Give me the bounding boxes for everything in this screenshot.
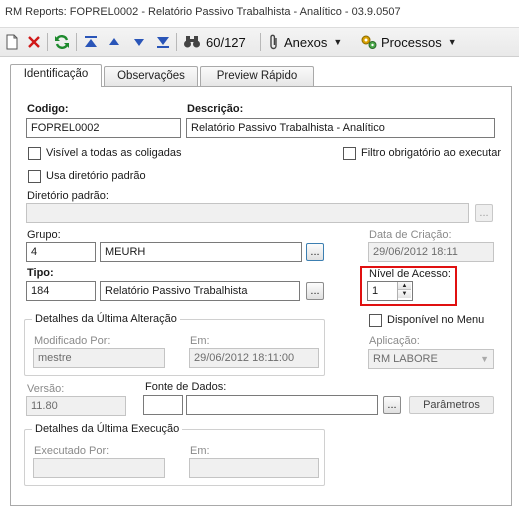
binoculars-icon[interactable]: [183, 33, 201, 51]
new-icon[interactable]: [5, 33, 19, 51]
em-label: Em:: [190, 335, 210, 347]
executado-label: Executado Por:: [34, 445, 110, 457]
grupo-code-field[interactable]: 4: [26, 242, 96, 262]
disponivel-label: Disponível no Menu: [387, 314, 485, 326]
nivel-spin-buttons[interactable]: ▲ ▼: [397, 282, 411, 300]
tipo-label: Tipo:: [27, 267, 54, 279]
first-icon[interactable]: [84, 33, 98, 51]
gears-icon: [361, 35, 377, 49]
tipo-browse-button[interactable]: ...: [306, 282, 324, 300]
window-title: RM Reports: FOPREL0002 - Relatório Passi…: [0, 0, 519, 28]
filtro-checkbox[interactable]: [343, 147, 356, 160]
nivel-value: 1: [372, 285, 379, 297]
previous-icon[interactable]: [108, 33, 120, 51]
modificado-field: mestre: [33, 348, 165, 368]
tab-preview-rapido[interactable]: Preview Rápido: [200, 66, 314, 86]
aplicacao-value: RM LABORE: [373, 353, 438, 365]
grupo-browse-button[interactable]: ...: [306, 243, 324, 261]
spin-down-icon[interactable]: ▼: [398, 290, 411, 298]
diretorio-browse-button[interactable]: ...: [475, 204, 493, 222]
processos-menu[interactable]: Processos ▼: [360, 33, 457, 51]
fonte-name-field[interactable]: [186, 395, 378, 415]
em2-label: Em:: [190, 445, 210, 457]
grupo-label: Grupo:: [27, 229, 61, 241]
aplicacao-select: RM LABORE ▼: [368, 349, 494, 369]
fonte-code-field[interactable]: [143, 395, 183, 415]
visivel-checkbox[interactable]: [28, 147, 41, 160]
em2-field: [189, 458, 319, 478]
codigo-field[interactable]: FOPREL0002: [26, 118, 181, 138]
ultima-execucao-title: Detalhes da Última Execução: [32, 423, 183, 435]
data-criacao-field: 29/06/2012 18:11: [368, 242, 494, 262]
usa-diretorio-checkbox[interactable]: [28, 170, 41, 183]
tipo-name-field[interactable]: Relatório Passivo Trabalhista: [100, 281, 300, 301]
versao-label: Versão:: [27, 383, 65, 395]
tab-identificacao[interactable]: Identificação: [10, 64, 102, 87]
delete-icon[interactable]: [27, 33, 41, 51]
ultima-alteracao-title: Detalhes da Última Alteração: [32, 313, 180, 325]
descricao-label: Descrição:: [187, 103, 244, 115]
toolbar: 60/127 Anexos ▼ Processos ▼: [0, 28, 519, 57]
visivel-label: Visível a todas as coligadas: [46, 147, 182, 159]
record-counter: 60/127: [206, 34, 246, 50]
tipo-code-field[interactable]: 184: [26, 281, 96, 301]
paperclip-icon: [270, 34, 277, 50]
anexos-menu[interactable]: Anexos ▼: [268, 33, 342, 51]
filtro-label: Filtro obrigatório ao executar: [361, 147, 502, 159]
versao-field: 11.80: [26, 396, 126, 416]
chevron-down-icon: ▼: [447, 37, 457, 47]
tab-observacoes[interactable]: Observações: [104, 66, 198, 86]
refresh-icon[interactable]: [54, 33, 70, 51]
fonte-label: Fonte de Dados:: [145, 381, 227, 393]
diretorio-field[interactable]: [26, 203, 469, 223]
next-icon[interactable]: [133, 33, 145, 51]
descricao-field[interactable]: Relatório Passivo Trabalhista - Analític…: [186, 118, 495, 138]
spin-up-icon[interactable]: ▲: [398, 282, 411, 290]
grupo-name-field[interactable]: MEURH: [100, 242, 302, 262]
chevron-down-icon: ▼: [333, 37, 343, 47]
aplicacao-label: Aplicação:: [369, 335, 420, 347]
disponivel-checkbox[interactable]: [369, 314, 382, 327]
fonte-browse-button[interactable]: ...: [383, 396, 401, 414]
anexos-label: Anexos: [284, 34, 328, 50]
codigo-label: Codigo:: [27, 103, 69, 115]
em-field: 29/06/2012 18:11:00: [189, 348, 319, 368]
modificado-label: Modificado Por:: [34, 335, 111, 347]
usa-diretorio-label: Usa diretório padrão: [46, 170, 146, 182]
parametros-button[interactable]: Parâmetros: [409, 396, 494, 414]
nivel-label: Nível de Acesso:: [369, 268, 451, 280]
processos-label: Processos: [381, 34, 442, 50]
diretorio-label: Diretório padrão:: [27, 190, 109, 202]
chevron-down-icon: ▼: [480, 354, 489, 364]
last-icon[interactable]: [156, 33, 170, 51]
executado-field: [33, 458, 165, 478]
data-criacao-label: Data de Criação:: [369, 229, 452, 241]
